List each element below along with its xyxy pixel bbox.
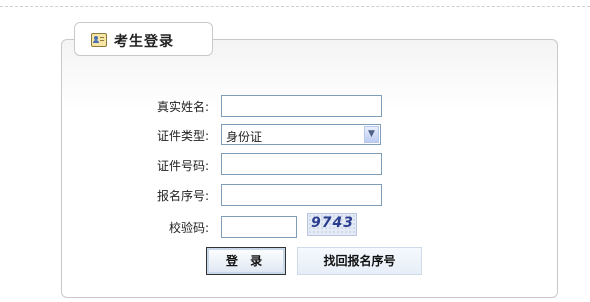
find-reg-number-button[interactable]: 找回报名序号 [297, 247, 422, 275]
panel-tab: 考生登录 [74, 22, 213, 56]
captcha-input[interactable] [221, 216, 297, 238]
top-divider [0, 6, 590, 7]
id-type-value: 身份证 [226, 130, 263, 144]
id-type-select[interactable]: 身份证 ▼ [221, 124, 381, 145]
id-number-label: 证件号码: [156, 159, 209, 173]
reg-number-label: 报名序号: [156, 189, 209, 203]
real-name-label: 真实姓名: [156, 100, 209, 114]
id-type-label: 证件类型: [156, 129, 209, 143]
captcha-label: 校验码: [168, 221, 209, 235]
id-number-input[interactable] [221, 153, 382, 175]
captcha-image[interactable]: 9743 [307, 213, 357, 236]
id-card-icon [91, 33, 107, 47]
captcha-code: 9743 [311, 215, 354, 231]
panel-title: 考生登录 [114, 34, 174, 50]
chevron-down-icon[interactable]: ▼ [364, 126, 379, 143]
reg-number-input[interactable] [221, 184, 382, 206]
login-button[interactable]: 登 录 [206, 247, 286, 275]
real-name-input[interactable] [221, 95, 382, 117]
